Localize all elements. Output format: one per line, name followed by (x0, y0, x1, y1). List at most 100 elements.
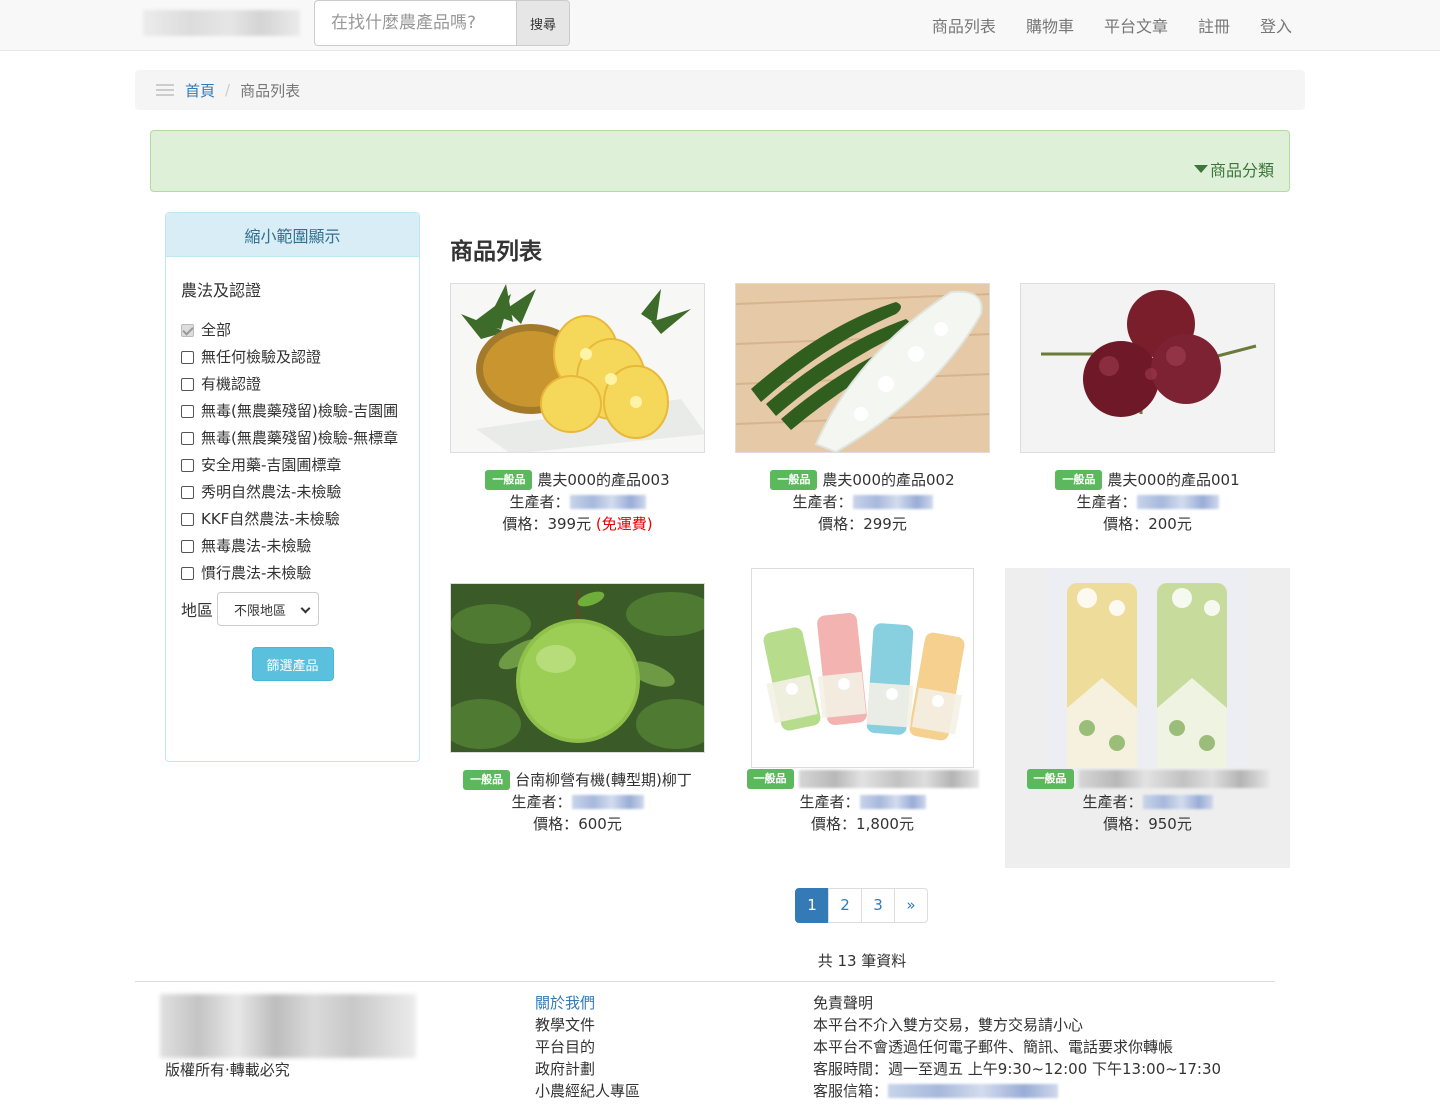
certification-option[interactable]: 無毒(無農藥殘留)檢驗-吉園圃 (181, 400, 404, 422)
copyright: 版權所有‧轉載必究 (165, 1061, 290, 1079)
producer-name-redacted[interactable] (859, 794, 926, 809)
disclaimer-line: 本平台不介入雙方交易，雙方交易請小心 (813, 1016, 1084, 1034)
breadcrumb-separator: / (225, 81, 231, 99)
product-name-redacted[interactable] (798, 770, 979, 788)
certification-option[interactable]: KKF自然農法-未檢驗 (181, 508, 404, 530)
certification-option[interactable]: 無毒農法-未檢驗 (181, 535, 404, 557)
product-name-redacted[interactable] (1078, 770, 1269, 788)
certification-option[interactable]: 無任何檢驗及認證 (181, 346, 404, 368)
product-card[interactable]: 一般品 農夫000的產品003 生產者： 價格： 399元 (免運費) (450, 283, 705, 543)
product-badge: 一般品 (485, 469, 533, 490)
footer-link-docs[interactable]: 教學文件 (535, 1014, 640, 1036)
producer-label: 生產者： (799, 793, 860, 811)
filter-submit-button[interactable]: 篩選產品 (251, 647, 334, 681)
page-2[interactable]: 2 (828, 888, 862, 923)
footer-logo (160, 994, 416, 1058)
filter-panel: 縮小範圍顯示 農法及認證 全部 無任何檢驗及認證 有機認證 無毒(無農藥殘留)檢驗-吉… (165, 212, 420, 762)
service-email-redacted[interactable] (888, 1084, 1059, 1098)
producer-name-redacted[interactable] (1142, 794, 1213, 809)
product-badge: 一般品 (1026, 769, 1074, 789)
breadcrumb-home[interactable]: 首頁 (185, 80, 215, 101)
producer-name-redacted[interactable] (1136, 494, 1219, 509)
region-label: 地區 (181, 601, 214, 620)
producer-name-redacted[interactable] (569, 494, 646, 509)
checkbox[interactable] (181, 405, 194, 418)
footer-link-gov[interactable]: 政府計劃 (535, 1058, 640, 1080)
footer-link-about[interactable]: 關於我們 (535, 992, 640, 1014)
search-button[interactable]: 搜尋 (516, 0, 570, 46)
checkbox[interactable] (181, 567, 194, 580)
search-form: 搜尋 (314, 0, 570, 46)
product-card[interactable]: 一般品 農夫000的產品001 生產者： 價格： 200元 (1020, 283, 1275, 543)
footer-link-purpose[interactable]: 平台目的 (535, 1036, 640, 1058)
certification-option[interactable]: 全部 (181, 319, 404, 341)
checkbox-label: 安全用藥-吉園圃標章 (201, 456, 342, 474)
price-label: 價格： (533, 815, 579, 833)
region-select-value: 不限地區 (234, 603, 287, 619)
footer-link-broker[interactable]: 小農經紀人專區 (535, 1080, 640, 1102)
service-hours: 客服時間：週一至週五 上午9:30~12:00 下午13:00~17:30 (813, 1060, 1222, 1078)
search-input[interactable] (314, 0, 516, 46)
product-card[interactable]: 一般品 生產者： 價格： 950元 (1005, 568, 1290, 868)
nav-register[interactable]: 註冊 (1198, 13, 1230, 37)
product-card[interactable]: 一般品 農夫000的產品002 生產者： 價格： 299元 (735, 283, 990, 543)
product-badge: 一般品 (1055, 469, 1103, 490)
checkbox[interactable] (181, 513, 194, 526)
product-image[interactable] (450, 583, 705, 753)
checkbox[interactable] (181, 432, 194, 445)
product-image[interactable] (735, 283, 990, 453)
page-1[interactable]: 1 (795, 888, 829, 923)
certification-option[interactable]: 安全用藥-吉園圃標章 (181, 454, 404, 476)
checkbox-label: 秀明自然農法-未檢驗 (201, 483, 342, 501)
certification-option[interactable]: 慣行農法-未檢驗 (181, 562, 404, 584)
product-card[interactable]: 一般品 台南柳營有機(轉型期)柳丁 生產者： 價格： 600元 (450, 583, 705, 843)
product-price: 價格： 600元 (450, 813, 705, 834)
product-image[interactable] (450, 283, 705, 453)
product-badge: 一般品 (770, 469, 818, 490)
producer-label: 生產者： (1082, 793, 1143, 811)
product-card[interactable]: 一般品 生產者： 價格： 1,800元 (735, 568, 990, 843)
product-image[interactable] (751, 568, 974, 768)
product-name[interactable]: 農夫000的產品003 (537, 469, 669, 490)
checkbox-label: 無毒(無農藥殘留)檢驗-無標章 (201, 429, 399, 447)
checkbox[interactable] (181, 351, 194, 364)
checkbox[interactable] (181, 540, 194, 553)
checkbox[interactable] (181, 459, 194, 472)
category-toggle-label: 商品分類 (1209, 161, 1274, 180)
checkbox[interactable] (181, 378, 194, 391)
region-select[interactable]: 不限地區 (217, 592, 320, 626)
product-name[interactable]: 農夫000的產品002 (822, 469, 954, 490)
page-next[interactable]: » (894, 888, 928, 923)
product-price: 價格： 950元 (1005, 813, 1290, 834)
product-name[interactable]: 農夫000的產品001 (1107, 469, 1239, 490)
nav-cart[interactable]: 購物車 (1026, 13, 1074, 37)
caret-down-icon (1193, 165, 1208, 173)
product-image[interactable] (1047, 568, 1247, 768)
certification-option[interactable]: 有機認證 (181, 373, 404, 395)
checkbox[interactable] (181, 324, 194, 337)
checkbox-label: KKF自然農法-未檢驗 (201, 510, 340, 528)
brand-logo[interactable] (143, 10, 300, 36)
certification-options: 全部無任何檢驗及認證 有機認證無毒(無農藥殘留)檢驗-吉園圃無毒(無農藥殘留)檢驗… (181, 319, 404, 584)
product-producer: 生產者： (1020, 491, 1275, 512)
page-3[interactable]: 3 (861, 888, 895, 923)
filter-section-title: 農法及認證 (181, 281, 262, 300)
nav-products[interactable]: 商品列表 (932, 13, 996, 37)
nav-login[interactable]: 登入 (1260, 13, 1292, 37)
category-toggle[interactable]: 商品分類 (1193, 157, 1274, 181)
certification-option[interactable]: 無毒(無農藥殘留)檢驗-無標章 (181, 427, 404, 449)
checkbox[interactable] (181, 486, 194, 499)
product-image[interactable] (1020, 283, 1275, 453)
producer-name-redacted[interactable] (852, 494, 933, 509)
price-value: 399元 (547, 515, 592, 533)
footer-disclaimer: 免責聲明 本平台不介入雙方交易，雙方交易請小心 本平台不會透過任何電子郵件、簡訊… (813, 992, 1221, 1102)
producer-label: 生產者： (1076, 493, 1137, 511)
product-badge: 一般品 (463, 769, 511, 790)
producer-name-redacted[interactable] (571, 794, 644, 809)
product-producer: 生產者： (735, 491, 990, 512)
product-name[interactable]: 台南柳營有機(轉型期)柳丁 (515, 769, 692, 790)
certification-option[interactable]: 秀明自然農法-未檢驗 (181, 481, 404, 503)
region-row: 地區 不限地區 (181, 592, 404, 626)
product-name-row: 一般品 農夫000的產品003 (450, 469, 705, 490)
nav-articles[interactable]: 平台文章 (1104, 13, 1168, 37)
